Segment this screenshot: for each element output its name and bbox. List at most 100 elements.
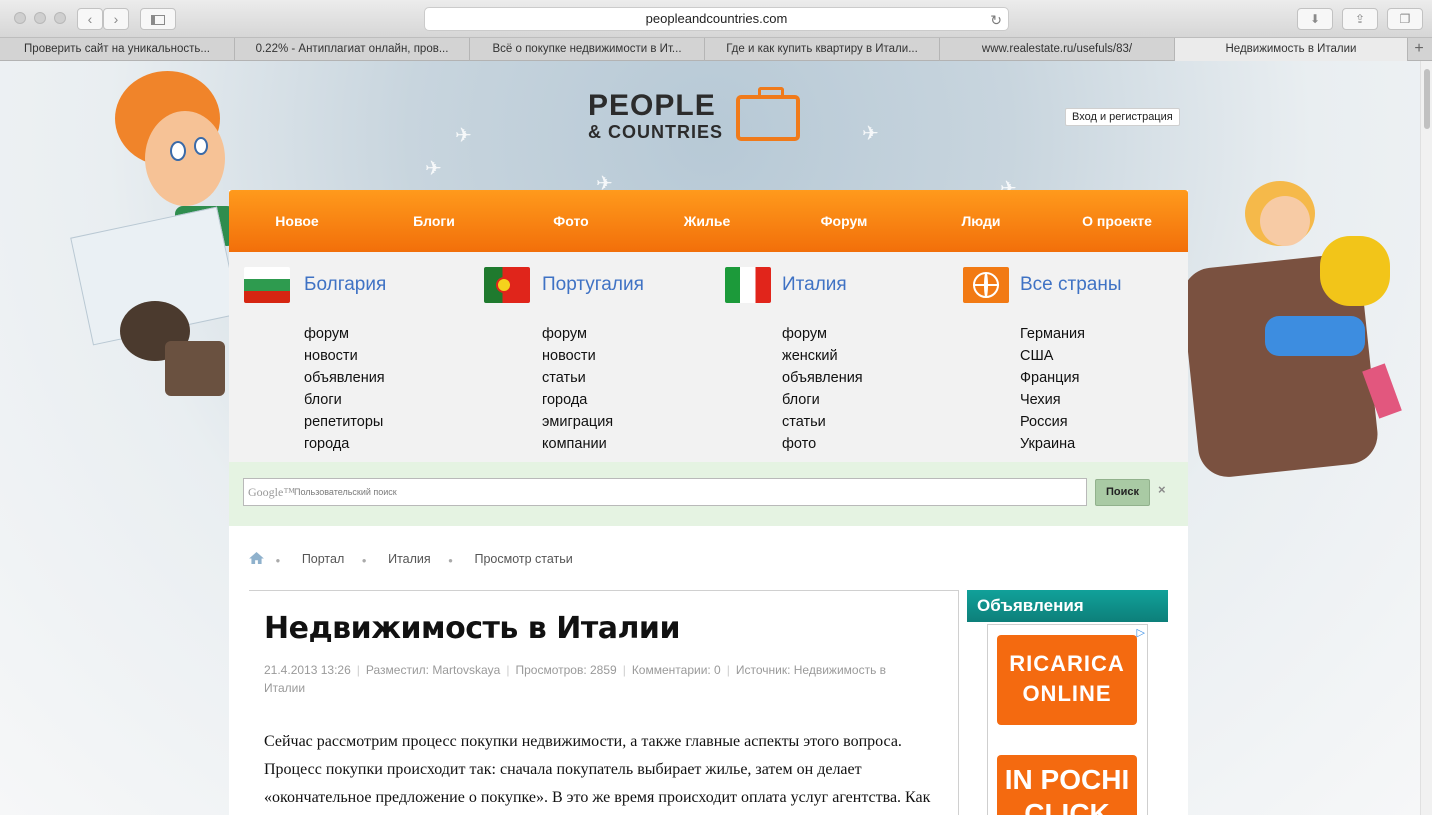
country-link[interactable]: Украина xyxy=(1020,433,1085,455)
browser-toolbar: ‹ › peopleandcountries.com ↻ ⬇ ⇪ ❐ xyxy=(0,0,1432,38)
country-link[interactable]: города xyxy=(542,389,613,411)
country-links: форум женский объявления блоги статьи фо… xyxy=(782,323,863,455)
country-link[interactable]: блоги xyxy=(304,389,385,411)
breadcrumb: ● Портал ● Италия ● Просмотр статьи xyxy=(249,552,587,566)
country-title[interactable]: Все страны xyxy=(1020,274,1122,296)
menu-item-photo[interactable]: Фото xyxy=(521,190,621,252)
article-meta: 21.4.2013 13:26 | Разместил: Martovskaya | П… xyxy=(264,663,887,695)
breadcrumb-item: Просмотр статьи xyxy=(474,552,573,566)
country-link[interactable]: компании xyxy=(542,433,613,455)
country-link[interactable]: новости xyxy=(542,345,613,367)
country-link[interactable]: Франция xyxy=(1020,367,1085,389)
country-link[interactable]: фото xyxy=(782,433,863,455)
clear-search-icon[interactable]: × xyxy=(1158,482,1166,497)
country-link[interactable]: форум xyxy=(304,323,385,345)
zoom-window-button[interactable] xyxy=(54,12,66,24)
country-link[interactable]: блоги xyxy=(782,389,863,411)
country-link[interactable]: форум xyxy=(542,323,613,345)
ad-banner[interactable]: ▷ RICARICA ONLINE IN POCHI CLICK xyxy=(987,624,1148,815)
menu-item-housing[interactable]: Жилье xyxy=(657,190,757,252)
breadcrumb-item[interactable]: Портал xyxy=(302,552,344,566)
menu-item-forum[interactable]: Форум xyxy=(794,190,894,252)
globe-icon[interactable] xyxy=(963,267,1009,303)
main-container: Новое Блоги Фото Жилье Форум Люди О прое… xyxy=(229,190,1188,815)
country-title[interactable]: Италия xyxy=(782,274,847,296)
browser-tab[interactable]: 0.22% - Антиплагиат онлайн, пров... xyxy=(235,38,470,61)
adchoices-icon[interactable]: ▷ xyxy=(1137,626,1145,639)
main-menu: Новое Блоги Фото Жилье Форум Люди О прое… xyxy=(229,190,1188,252)
divider xyxy=(958,590,959,815)
login-register-link[interactable]: Вход и регистрация xyxy=(1065,108,1180,126)
article-views: Просмотров: 2859 xyxy=(515,663,617,677)
google-logo: Google™ xyxy=(248,485,296,499)
country-link[interactable]: объявления xyxy=(304,367,385,389)
breadcrumb-item[interactable]: Италия xyxy=(388,552,431,566)
country-link[interactable]: города xyxy=(304,433,385,455)
forward-button[interactable]: › xyxy=(103,8,129,30)
article-author[interactable]: Разместил: Martovskaya xyxy=(366,663,500,677)
country-link[interactable]: эмиграция xyxy=(542,411,613,433)
web-page: ✈ ✈ ✈ ✈ ✈ PEOPLE & COUNTRIES Вход и реги… xyxy=(0,61,1420,815)
reload-icon[interactable]: ↻ xyxy=(990,9,1002,31)
page-scrollbar[interactable] xyxy=(1420,61,1432,815)
close-window-button[interactable] xyxy=(14,12,26,24)
article-body: Сейчас рассмотрим процесс покупки недвиж… xyxy=(264,733,931,806)
article-comments[interactable]: Комментарии: 0 xyxy=(632,663,721,677)
country-title[interactable]: Португалия xyxy=(542,274,644,296)
browser-tab-active[interactable]: Недвижимость в Италии xyxy=(1175,38,1408,61)
country-link[interactable]: Германия xyxy=(1020,323,1085,345)
search-input[interactable]: Google™ Пользовательский поиск xyxy=(243,478,1087,506)
search-button[interactable]: Поиск xyxy=(1095,479,1150,506)
country-link[interactable]: США xyxy=(1020,345,1085,367)
portugal-flag[interactable] xyxy=(484,267,530,303)
browser-tab[interactable]: Проверить сайт на уникальность... xyxy=(0,38,235,61)
share-button[interactable]: ⇪ xyxy=(1342,8,1378,30)
bulgaria-flag[interactable] xyxy=(244,267,290,303)
suitcase-icon xyxy=(736,87,800,141)
country-link[interactable]: объявления xyxy=(782,367,863,389)
country-links: Германия США Франция Чехия Россия Украин… xyxy=(1020,323,1085,455)
country-link[interactable]: новости xyxy=(304,345,385,367)
sidebar-toggle-button[interactable] xyxy=(140,8,176,30)
download-icon: ⬇ xyxy=(1309,12,1321,26)
downloads-button[interactable]: ⬇ xyxy=(1297,8,1333,30)
countries-panel: Болгария форум новости объявления блоги … xyxy=(229,252,1188,462)
menu-item-blogs[interactable]: Блоги xyxy=(384,190,484,252)
country-links: форум новости объявления блоги репетитор… xyxy=(304,323,385,455)
search-bar: Google™ Пользовательский поиск Поиск × xyxy=(229,462,1188,526)
menu-item-new[interactable]: Новое xyxy=(247,190,347,252)
search-placeholder: Пользовательский поиск xyxy=(294,487,397,497)
scrollbar-thumb[interactable] xyxy=(1424,69,1430,129)
country-title[interactable]: Болгария xyxy=(304,274,386,296)
country-link[interactable]: статьи xyxy=(782,411,863,433)
minimize-window-button[interactable] xyxy=(34,12,46,24)
tab-bar: Проверить сайт на уникальность... 0.22% … xyxy=(0,38,1432,61)
tabs-icon: ❐ xyxy=(1399,12,1411,26)
home-icon[interactable] xyxy=(249,552,264,564)
country-links: форум новости статьи города эмиграция ко… xyxy=(542,323,613,455)
article-date: 21.4.2013 13:26 xyxy=(264,663,351,677)
country-link[interactable]: Чехия xyxy=(1020,389,1085,411)
address-bar[interactable]: peopleandcountries.com ↻ xyxy=(424,7,1009,31)
plane-icon: ✈ xyxy=(425,158,442,180)
suitcase-rider-illustration xyxy=(1179,166,1410,486)
url-text: peopleandcountries.com xyxy=(645,11,788,26)
country-link[interactable]: форум xyxy=(782,323,863,345)
menu-item-about[interactable]: О проекте xyxy=(1067,190,1167,252)
browser-tab[interactable]: Всё о покупке недвижимости в Ит... xyxy=(470,38,705,61)
new-tab-button[interactable]: + xyxy=(1406,38,1432,61)
sidebar-icon xyxy=(151,15,165,25)
tab-overview-button[interactable]: ❐ xyxy=(1387,8,1423,30)
country-link[interactable]: статьи xyxy=(542,367,613,389)
country-link[interactable]: женский xyxy=(782,345,863,367)
menu-item-people[interactable]: Люди xyxy=(931,190,1031,252)
traveler-boy-illustration xyxy=(70,71,250,411)
divider xyxy=(249,590,959,591)
back-button[interactable]: ‹ xyxy=(77,8,103,30)
plane-icon: ✈ xyxy=(455,125,472,147)
browser-tab[interactable]: www.realestate.ru/usefuls/83/ xyxy=(940,38,1175,61)
country-link[interactable]: Россия xyxy=(1020,411,1085,433)
browser-tab[interactable]: Где и как купить квартиру в Итали... xyxy=(705,38,940,61)
country-link[interactable]: репетиторы xyxy=(304,411,385,433)
italy-flag[interactable] xyxy=(725,267,771,303)
